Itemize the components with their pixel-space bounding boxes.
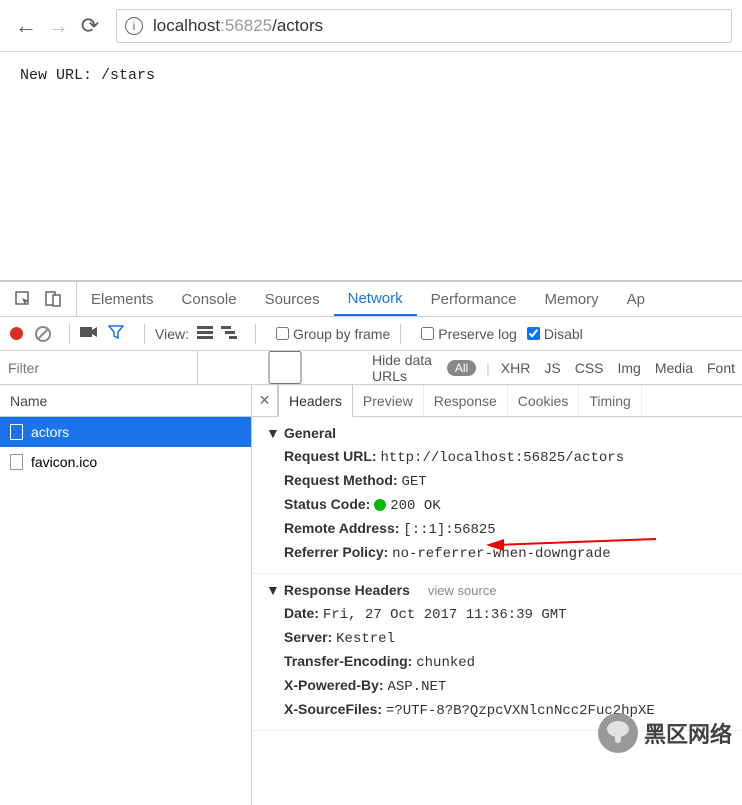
back-button[interactable]: ←: [10, 10, 42, 42]
disable-cache-checkbox[interactable]: [527, 327, 540, 340]
list-column-name[interactable]: Name: [0, 385, 251, 417]
filter-font[interactable]: Font: [707, 360, 735, 376]
watermark: 黑区网络: [598, 713, 732, 753]
header-date-value: Fri, 27 Oct 2017 11:36:39 GMT: [323, 607, 567, 623]
filter-css[interactable]: CSS: [575, 360, 604, 376]
watermark-logo-icon: [598, 713, 638, 753]
request-name: favicon.ico: [31, 454, 97, 470]
group-by-frame-checkbox[interactable]: [276, 327, 289, 340]
request-row-actors[interactable]: actors: [0, 417, 251, 447]
detail-tabs: × Headers Preview Response Cookies Timin…: [252, 385, 742, 417]
info-icon[interactable]: i: [125, 17, 143, 35]
device-icon[interactable]: [44, 290, 62, 308]
tab-elements[interactable]: Elements: [77, 282, 168, 316]
file-icon: [10, 424, 23, 440]
header-server-value: Kestrel: [336, 631, 395, 647]
hide-data-urls-checkbox[interactable]: [198, 351, 372, 384]
disable-cache-label: Disabl: [544, 326, 583, 342]
network-toolbar: View: Group by frame Preserve log Disabl: [0, 317, 742, 351]
filter-xhr[interactable]: XHR: [501, 360, 531, 376]
request-method-value: GET: [401, 474, 426, 490]
header-x-powered-by-value: ASP.NET: [387, 679, 446, 695]
filter-media[interactable]: Media: [655, 360, 693, 376]
detail-tab-cookies[interactable]: Cookies: [508, 385, 580, 416]
request-list: Name actors favicon.ico: [0, 385, 252, 805]
filter-input[interactable]: [0, 351, 198, 384]
tab-application[interactable]: Ap: [613, 282, 659, 316]
hide-data-urls-label: Hide data URLs: [372, 352, 441, 384]
url-path: /actors: [272, 16, 323, 36]
browser-toolbar: ← → ⟳ i localhost:56825/actors: [0, 0, 742, 52]
response-headers-title[interactable]: ▼Response Headersview source: [266, 582, 728, 598]
referrer-policy-value: no-referrer-when-downgrade: [392, 546, 610, 562]
devtools-tabs: Elements Console Sources Network Perform…: [0, 282, 742, 317]
status-dot-icon: [374, 499, 386, 511]
tab-performance[interactable]: Performance: [417, 282, 531, 316]
clear-button[interactable]: [35, 326, 51, 342]
view-waterfall-icon[interactable]: [221, 325, 237, 342]
filter-js[interactable]: JS: [544, 360, 560, 376]
remote-address-value: [::1]:56825: [403, 522, 495, 538]
devtools-corner: [0, 282, 77, 316]
view-source-link[interactable]: view source: [428, 583, 497, 598]
request-row-favicon[interactable]: favicon.ico: [0, 447, 251, 477]
status-code-value: 200 OK: [390, 498, 440, 514]
view-list-icon[interactable]: [197, 325, 213, 342]
preserve-log-checkbox[interactable]: [421, 327, 434, 340]
general-title[interactable]: ▼General: [266, 425, 728, 441]
inspect-icon[interactable]: [14, 290, 32, 308]
watermark-text: 黑区网络: [644, 717, 732, 749]
tab-sources[interactable]: Sources: [251, 282, 334, 316]
tab-console[interactable]: Console: [168, 282, 251, 316]
filter-img[interactable]: Img: [618, 360, 641, 376]
request-name: actors: [31, 424, 69, 440]
filter-all[interactable]: All: [447, 360, 476, 376]
camera-icon[interactable]: [80, 325, 98, 342]
reload-button[interactable]: ⟳: [74, 10, 106, 42]
filter-icon[interactable]: [108, 324, 124, 343]
general-section: ▼General Request URL: http://localhost:5…: [252, 417, 742, 574]
header-transfer-encoding-value: chunked: [416, 655, 475, 671]
tab-memory[interactable]: Memory: [531, 282, 613, 316]
page-body: New URL: /stars: [0, 52, 742, 280]
tab-network[interactable]: Network: [334, 282, 417, 316]
filter-row: Hide data URLs All | XHR JS CSS Img Medi…: [0, 351, 742, 385]
close-detail-button[interactable]: ×: [252, 385, 278, 416]
file-icon: [10, 454, 23, 470]
url-port: :56825: [220, 16, 272, 36]
forward-button[interactable]: →: [42, 10, 74, 42]
preserve-log-label: Preserve log: [438, 326, 517, 342]
view-label: View:: [155, 326, 189, 342]
detail-tab-headers[interactable]: Headers: [278, 385, 353, 417]
address-bar[interactable]: i localhost:56825/actors: [116, 9, 732, 43]
detail-tab-timing[interactable]: Timing: [579, 385, 642, 416]
request-url-value: http://localhost:56825/actors: [380, 450, 624, 466]
url-host: localhost: [153, 16, 220, 36]
response-headers-section: ▼Response Headersview source Date: Fri, …: [252, 574, 742, 731]
record-button[interactable]: [10, 327, 23, 340]
group-by-frame-label: Group by frame: [293, 326, 390, 342]
detail-tab-preview[interactable]: Preview: [353, 385, 424, 416]
detail-tab-response[interactable]: Response: [424, 385, 508, 416]
